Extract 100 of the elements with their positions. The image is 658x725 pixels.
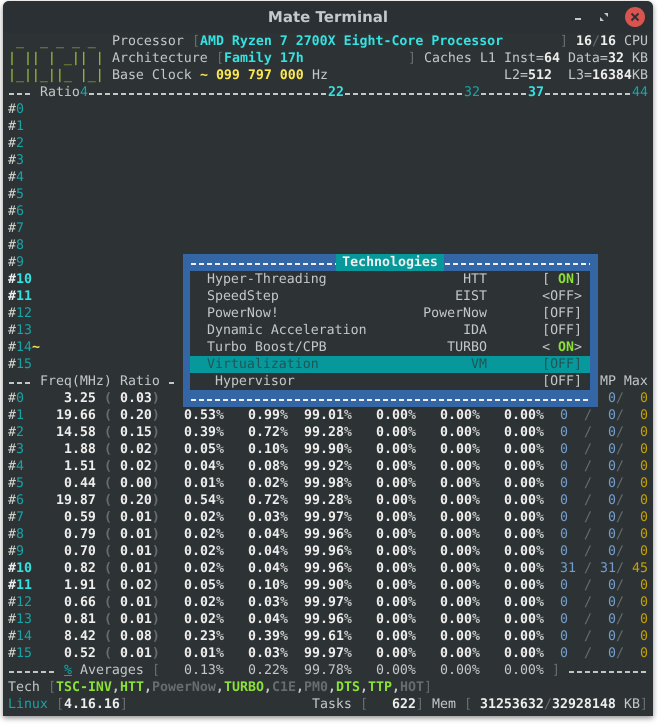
slash-text: / xyxy=(616,645,624,662)
load-value: 0.39% xyxy=(248,628,288,645)
value-text: 32928148 xyxy=(552,696,616,713)
count-value: 0 xyxy=(560,475,568,492)
technology-row[interactable]: SpeedStep EIST <OFF> xyxy=(190,288,590,305)
dialog-title: Technologies xyxy=(336,254,444,271)
load-value: 0.00% xyxy=(376,543,416,560)
load-value: 0.00% xyxy=(376,475,416,492)
core-label: #2 xyxy=(8,424,24,441)
load-value: 0.00% xyxy=(376,560,416,577)
slash-text: / xyxy=(616,577,624,594)
close-icon[interactable] xyxy=(625,7,645,27)
slash-text: / xyxy=(584,577,592,594)
load-value: 0.00% xyxy=(504,628,544,645)
average-value: 0.00% xyxy=(376,662,416,679)
technology-row[interactable]: Hyper-Threading HTT [ ON] xyxy=(190,271,590,288)
ratio-value: ( 0.15) xyxy=(104,424,160,441)
core-label: #1 xyxy=(8,118,24,135)
load-value: 99.96% xyxy=(304,526,352,543)
average-value: 99.78% xyxy=(304,662,352,679)
count-value: 0 xyxy=(608,407,616,424)
technology-label: Turbo Boost/CPB xyxy=(207,339,328,356)
count-value: 0 xyxy=(608,492,616,509)
freq-value: 1.88 xyxy=(64,441,96,458)
technology-label: SpeedStep xyxy=(207,288,280,305)
count-value: 0 xyxy=(640,594,648,611)
os-label: Linux xyxy=(8,696,48,713)
technology-row[interactable]: PowerNow! PowerNow [OFF] xyxy=(190,305,590,322)
freq-value: 0.79 xyxy=(64,526,96,543)
slash-text: / xyxy=(616,543,624,560)
tech-label: Tech xyxy=(8,679,40,696)
load-value: 0.00% xyxy=(376,509,416,526)
freq-value: 1.51 xyxy=(64,458,96,475)
marker-text: ~ xyxy=(32,339,40,356)
slash-text: / xyxy=(616,628,624,645)
technology-row[interactable]: Turbo Boost/CPB TURBO < ON> xyxy=(190,339,590,356)
column-header: MP Max xyxy=(600,373,648,390)
count-value: 0 xyxy=(608,509,616,526)
core-label: #1 xyxy=(8,407,24,424)
status-text: [OFF] xyxy=(542,305,582,322)
load-value: 99.28% xyxy=(304,492,352,509)
core-label: #7 xyxy=(8,509,24,526)
bracket-text: / xyxy=(544,696,552,713)
freq-value: 1.91 xyxy=(64,577,96,594)
logo-art: _ _ _ _ _ | || | _|| | |_||_||_ |_| xyxy=(8,33,104,84)
slash-text: / xyxy=(584,509,592,526)
slash-text: / xyxy=(616,492,624,509)
slash-text: / xyxy=(584,492,592,509)
load-value: 0.03% xyxy=(248,645,288,662)
load-value: 0.00% xyxy=(376,628,416,645)
value-text: 64 xyxy=(544,50,560,67)
count-value: 0 xyxy=(560,577,568,594)
bracket-text: ] xyxy=(416,696,424,713)
scale-tick: 22 xyxy=(328,84,344,101)
load-value: 0.39% xyxy=(184,424,224,441)
load-value: 0.00% xyxy=(440,560,480,577)
ratio-value: ( 0.02) xyxy=(104,577,160,594)
load-value: 0.01% xyxy=(184,475,224,492)
freq-value: 19.66 xyxy=(56,407,96,424)
count-value: 0 xyxy=(560,407,568,424)
load-value: 0.00% xyxy=(504,560,544,577)
feature-label: TSC-INV, xyxy=(56,679,120,696)
freq-value: 0.70 xyxy=(64,543,96,560)
load-value: 0.00% xyxy=(440,577,480,594)
count-value: 0 xyxy=(608,526,616,543)
load-value: 99.61% xyxy=(304,628,352,645)
core-label: #8 xyxy=(8,237,24,254)
slash-text: / xyxy=(616,475,624,492)
technology-row[interactable]: Hypervisor [OFF] xyxy=(190,373,590,390)
slash-text: / xyxy=(584,458,592,475)
slash-text: / xyxy=(584,645,592,662)
feature-label: PowerNow, xyxy=(152,679,224,696)
count-value: 0 xyxy=(608,475,616,492)
load-value: 0.00% xyxy=(376,492,416,509)
load-value: 0.00% xyxy=(504,492,544,509)
slash-text: / xyxy=(616,458,624,475)
load-value: 0.00% xyxy=(376,407,416,424)
value-text: 31253632 xyxy=(480,696,544,713)
slash-text: / xyxy=(616,509,624,526)
technology-code: VM xyxy=(470,356,487,373)
technology-row[interactable]: Dynamic Acceleration IDA [OFF] xyxy=(190,322,590,339)
load-value: 0.05% xyxy=(184,441,224,458)
load-value: 0.72% xyxy=(248,492,288,509)
label-text: Caches L1 xyxy=(424,50,496,67)
ratio-value: ( 0.08) xyxy=(104,628,160,645)
label-text: Data= xyxy=(568,50,608,67)
status-text: [ ON] xyxy=(542,271,582,288)
technology-label: PowerNow! xyxy=(207,305,280,322)
load-value: 0.00% xyxy=(504,407,544,424)
technology-label: Hyper-Threading xyxy=(207,271,328,288)
count-value: 0 xyxy=(640,509,648,526)
label-text: L3= xyxy=(568,67,592,84)
status-text: < ON> xyxy=(542,339,582,356)
load-value: 0.00% xyxy=(440,458,480,475)
core-label: #14 xyxy=(8,339,32,356)
maximize-icon[interactable] xyxy=(599,12,609,22)
status-text: [OFF] xyxy=(542,356,582,373)
load-value: 0.00% xyxy=(440,475,480,492)
feature-label: HTT, xyxy=(120,679,152,696)
load-value: 0.00% xyxy=(504,577,544,594)
